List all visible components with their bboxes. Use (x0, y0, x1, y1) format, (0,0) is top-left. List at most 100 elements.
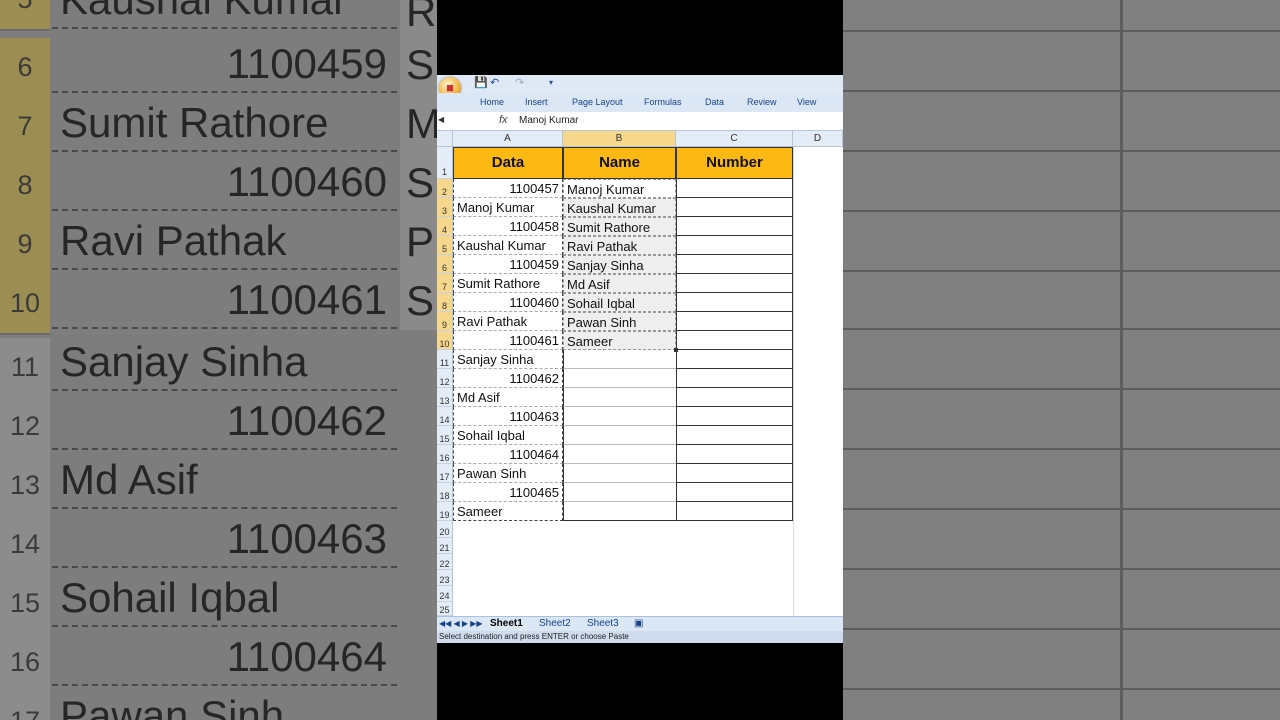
cell-a[interactable]: Manoj Kumar (453, 198, 563, 217)
sheet-nav-arrows-icon[interactable]: ◀◀ ◀ ▶ ▶▶ (439, 619, 483, 628)
cell-c[interactable] (676, 464, 793, 483)
cell-a[interactable]: Sohail Iqbal (453, 426, 563, 445)
cell-b[interactable]: Sohail Iqbal (563, 293, 676, 312)
cell-b[interactable] (563, 464, 676, 483)
cell-a[interactable]: 1100457 (453, 179, 563, 198)
cell-c[interactable] (676, 350, 793, 369)
cell-a[interactable]: Sumit Rathore (453, 274, 563, 293)
cell-a[interactable]: Ravi Pathak (453, 312, 563, 331)
cell-b[interactable]: Kaushal Kumar (563, 198, 676, 217)
row-header[interactable]: 14 (437, 407, 453, 426)
header-number[interactable]: Number (676, 147, 793, 179)
cell-a[interactable]: 1100460 (453, 293, 563, 312)
row-header[interactable]: 4 (437, 217, 453, 236)
row-header[interactable]: 17 (437, 464, 453, 483)
cell-c[interactable] (676, 274, 793, 293)
cell-a[interactable]: 1100463 (453, 407, 563, 426)
tab-sheet1[interactable]: Sheet1 (490, 618, 523, 629)
cell-c[interactable] (676, 388, 793, 407)
cell-c[interactable] (676, 255, 793, 274)
insert-function-icon[interactable]: fx (499, 114, 508, 126)
cell-c[interactable] (676, 369, 793, 388)
header-name[interactable]: Name (563, 147, 676, 179)
cell-a[interactable]: 1100461 (453, 331, 563, 350)
tab-insert[interactable]: Insert (525, 97, 548, 107)
name-box-dropdown-icon[interactable]: ◀ (438, 115, 444, 124)
row-header[interactable]: 15 (437, 426, 453, 445)
cell-b[interactable]: Sanjay Sinha (563, 255, 676, 274)
cell-b[interactable] (563, 426, 676, 445)
cell-b[interactable] (563, 388, 676, 407)
cell-b[interactable]: Md Asif (563, 274, 676, 293)
column-header-d[interactable]: D (793, 131, 843, 147)
cell-c[interactable] (676, 331, 793, 350)
cell-a[interactable]: 1100458 (453, 217, 563, 236)
cell-c[interactable] (676, 426, 793, 445)
row-header[interactable]: 8 (437, 293, 453, 312)
column-header-b[interactable]: B (563, 131, 676, 147)
row-header[interactable]: 18 (437, 483, 453, 502)
column-header-c[interactable]: C (676, 131, 793, 147)
row-header[interactable]: 6 (437, 255, 453, 274)
cell-a[interactable]: 1100462 (453, 369, 563, 388)
cell-c[interactable] (676, 198, 793, 217)
tab-sheet3[interactable]: Sheet3 (587, 618, 619, 629)
column-header-a[interactable]: A (453, 131, 563, 147)
cell-b[interactable]: Ravi Pathak (563, 236, 676, 255)
cell-b[interactable] (563, 350, 676, 369)
tab-data[interactable]: Data (705, 97, 724, 107)
row-header[interactable]: 2 (437, 179, 453, 198)
cell-c[interactable] (676, 179, 793, 198)
row-header[interactable]: 24 (437, 586, 453, 602)
customize-toolbar-icon[interactable]: ▾ (549, 78, 553, 87)
row-header[interactable]: 12 (437, 369, 453, 388)
fill-handle[interactable] (674, 348, 678, 352)
tab-home[interactable]: Home (480, 97, 504, 107)
cell-a[interactable]: Sanjay Sinha (453, 350, 563, 369)
cell-c[interactable] (676, 407, 793, 426)
cell-a[interactable]: Pawan Sinh (453, 464, 563, 483)
cell-c[interactable] (676, 502, 793, 521)
cell-b[interactable]: Sumit Rathore (563, 217, 676, 236)
cell-b[interactable] (563, 483, 676, 502)
cell-c[interactable] (676, 483, 793, 502)
save-icon[interactable]: 💾 (474, 76, 488, 89)
cell-c[interactable] (676, 312, 793, 331)
insert-sheet-icon[interactable]: ▣ (634, 618, 643, 629)
cell-b[interactable] (563, 369, 676, 388)
cell-a[interactable]: Kaushal Kumar (453, 236, 563, 255)
tab-sheet2[interactable]: Sheet2 (539, 618, 571, 629)
row-header[interactable]: 11 (437, 350, 453, 369)
cell-c[interactable] (676, 217, 793, 236)
cell-b[interactable] (563, 445, 676, 464)
row-header[interactable]: 23 (437, 570, 453, 586)
cell-c[interactable] (676, 445, 793, 464)
row-header[interactable]: 7 (437, 274, 453, 293)
cell-b[interactable]: Pawan Sinh (563, 312, 676, 331)
active-cell-b2[interactable]: Manoj Kumar (563, 179, 676, 198)
row-header[interactable]: 13 (437, 388, 453, 407)
cell-c[interactable] (676, 293, 793, 312)
tab-review[interactable]: Review (747, 97, 777, 107)
cell-a[interactable]: 1100465 (453, 483, 563, 502)
cell-a[interactable]: Md Asif (453, 388, 563, 407)
row-header[interactable]: 16 (437, 445, 453, 464)
formula-input[interactable]: Manoj Kumar (519, 115, 578, 126)
row-header[interactable]: 19 (437, 502, 453, 521)
undo-icon[interactable]: ↶ (490, 76, 499, 89)
select-all-corner[interactable] (437, 131, 453, 147)
row-header[interactable]: 3 (437, 198, 453, 217)
row-header[interactable]: 20 (437, 521, 453, 538)
worksheet-grid[interactable]: A B C D 1 2 3 4 5 6 7 8 9 10 11 12 13 14… (437, 131, 843, 712)
row-header[interactable]: 10 (437, 331, 453, 350)
cell-c[interactable] (676, 236, 793, 255)
row-header[interactable]: 5 (437, 236, 453, 255)
row-header[interactable]: 25 (437, 602, 453, 616)
tab-formulas[interactable]: Formulas (644, 97, 682, 107)
cell-b[interactable]: Sameer (563, 331, 676, 350)
row-header[interactable]: 22 (437, 554, 453, 570)
row-header[interactable]: 1 (437, 147, 453, 179)
cell-a[interactable]: 1100464 (453, 445, 563, 464)
tab-page-layout[interactable]: Page Layout (572, 97, 623, 107)
cell-a[interactable]: Sameer (453, 502, 563, 521)
